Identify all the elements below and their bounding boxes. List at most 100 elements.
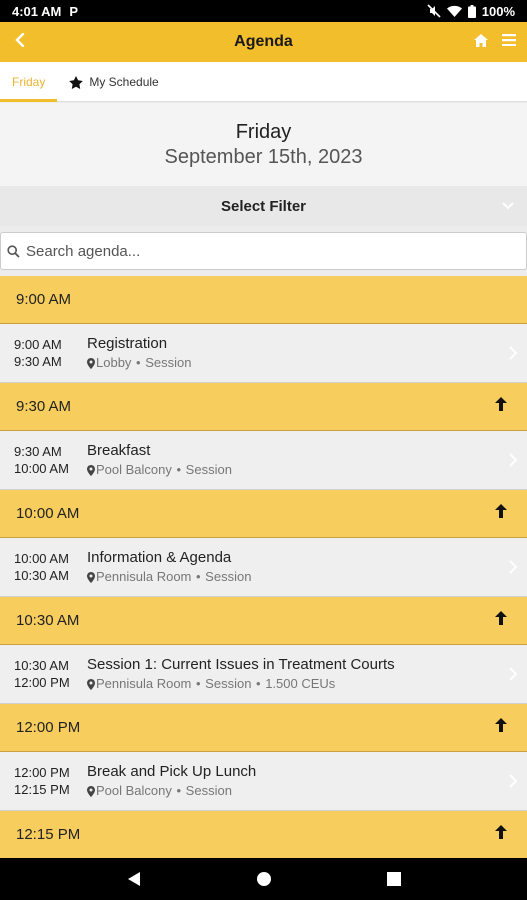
nav-back-button[interactable] <box>124 869 144 889</box>
meta-separator: • <box>132 355 145 370</box>
search-icon <box>7 244 20 258</box>
circle-home-icon <box>256 872 271 886</box>
home-button[interactable] <box>471 28 491 52</box>
tab-my-schedule[interactable]: My Schedule <box>57 62 170 102</box>
hamburger-icon <box>502 34 516 46</box>
tab-friday[interactable]: Friday <box>0 62 58 102</box>
location-pin-icon <box>87 785 95 797</box>
location-pin-icon <box>87 678 95 690</box>
square-recents-icon <box>386 872 401 886</box>
session-start: 10:00 AM <box>14 551 69 566</box>
meta-separator: • <box>192 569 205 584</box>
system-nav-bar <box>0 858 527 900</box>
location-pin-icon <box>87 464 95 476</box>
session-title: Registration <box>87 335 168 352</box>
meta-separator: • <box>172 462 185 477</box>
session-type: Session <box>145 355 192 370</box>
chevron-right-icon <box>509 774 517 788</box>
session-end: 12:00 PM <box>14 675 70 690</box>
session-type: Session <box>185 462 232 477</box>
tab-bar: Friday My Schedule <box>0 62 527 102</box>
chevron-left-icon <box>15 33 25 47</box>
home-icon <box>474 33 488 47</box>
wifi-icon <box>446 5 462 18</box>
time-slot-label: 10:30 AM <box>16 612 80 629</box>
time-slot-label: 10:00 AM <box>16 505 80 522</box>
time-slot-header[interactable]: 9:00 AM <box>0 276 527 324</box>
session-start: 10:30 AM <box>14 658 69 673</box>
session-item[interactable]: 10:30 AM 12:00 PM Session 1: Current Iss… <box>0 645 527 704</box>
chevron-right-icon <box>509 346 517 360</box>
time-slot-label: 9:00 AM <box>16 291 72 308</box>
session-item[interactable]: 12:00 PM 12:15 PM Break and Pick Up Lunc… <box>0 752 527 811</box>
session-title: Break and Pick Up Lunch <box>87 763 257 780</box>
session-title: Information & Agenda <box>87 549 232 566</box>
time-slot-header[interactable]: 12:00 PM <box>0 704 527 752</box>
nav-home-button[interactable] <box>254 869 274 889</box>
session-location: Pennisula Room <box>96 569 192 584</box>
session-end: 10:00 AM <box>14 461 69 476</box>
location-pin-icon <box>87 571 95 583</box>
chevron-right-icon <box>509 453 517 467</box>
time-slot-header[interactable]: 12:15 PM <box>0 811 527 858</box>
chevron-right-icon <box>509 667 517 681</box>
meta-separator: • <box>172 783 185 798</box>
time-slot-header[interactable]: 10:00 AM <box>0 490 527 538</box>
chevron-down-icon <box>502 202 514 210</box>
day-label: Friday <box>235 121 292 143</box>
arrow-up-icon[interactable] <box>495 825 507 839</box>
page-title: Agenda <box>234 33 293 50</box>
nav-recents-button[interactable] <box>384 869 404 889</box>
session-type: Session <box>205 676 252 691</box>
app-bar: Agenda <box>0 22 527 62</box>
session-item[interactable]: 9:00 AM 9:30 AM Registration Lobby • Ses… <box>0 324 527 383</box>
battery-icon <box>467 4 476 18</box>
filter-dropdown[interactable]: Select Filter <box>0 186 527 226</box>
session-end: 9:30 AM <box>14 354 62 369</box>
session-start: 9:00 AM <box>14 337 62 352</box>
session-item[interactable]: 10:00 AM 10:30 AM Information & Agenda P… <box>0 538 527 597</box>
session-start: 12:00 PM <box>14 765 70 780</box>
session-item[interactable]: 9:30 AM 10:00 AM Breakfast Pool Balcony … <box>0 431 527 490</box>
time-slot-header[interactable]: 10:30 AM <box>0 597 527 645</box>
menu-button[interactable] <box>499 28 519 52</box>
session-location: Pool Balcony <box>96 783 172 798</box>
date-label: September 15th, 2023 <box>164 146 363 168</box>
session-title: Breakfast <box>87 442 151 459</box>
session-type: Session <box>205 569 252 584</box>
session-location: Pennisula Room <box>96 676 192 691</box>
arrow-up-icon[interactable] <box>495 611 507 625</box>
session-type: Session <box>185 783 232 798</box>
meta-separator: • <box>192 676 205 691</box>
time-slot-label: 9:30 AM <box>16 398 72 415</box>
arrow-up-icon[interactable] <box>495 397 507 411</box>
session-location: Pool Balcony <box>96 462 172 477</box>
status-bar: 4:01 AM P 100% <box>0 0 527 22</box>
time-slot-label: 12:15 PM <box>16 826 81 843</box>
carrier-label: P <box>69 3 79 19</box>
search-input[interactable] <box>26 242 506 260</box>
mute-icon <box>427 4 441 18</box>
session-start: 9:30 AM <box>14 444 62 459</box>
session-location: Lobby <box>96 355 132 370</box>
status-ampm: AM <box>38 3 62 19</box>
meta-separator: • <box>252 676 265 691</box>
status-time: 4:01 AM <box>12 3 62 19</box>
session-title: Session 1: Current Issues in Treatment C… <box>87 656 395 673</box>
back-button[interactable] <box>8 28 32 52</box>
agenda-list: 9:00 AM 9:00 AM 9:30 AM Registration Lob… <box>0 276 527 858</box>
time-slot-header[interactable]: 9:30 AM <box>0 383 527 431</box>
tab-label: Friday <box>12 75 46 89</box>
session-end: 10:30 AM <box>14 568 69 583</box>
tab-label: My Schedule <box>89 75 159 89</box>
search-box <box>0 232 527 270</box>
battery-level: 100% <box>481 3 515 19</box>
triangle-back-icon <box>127 872 140 886</box>
session-end: 12:15 PM <box>14 782 70 797</box>
arrow-up-icon[interactable] <box>495 504 507 518</box>
arrow-up-icon[interactable] <box>495 718 507 732</box>
star-icon <box>69 75 84 89</box>
session-ceus: 1.500 CEUs <box>265 676 336 691</box>
chevron-right-icon <box>509 560 517 574</box>
date-header: Friday September 15th, 2023 <box>0 103 527 186</box>
